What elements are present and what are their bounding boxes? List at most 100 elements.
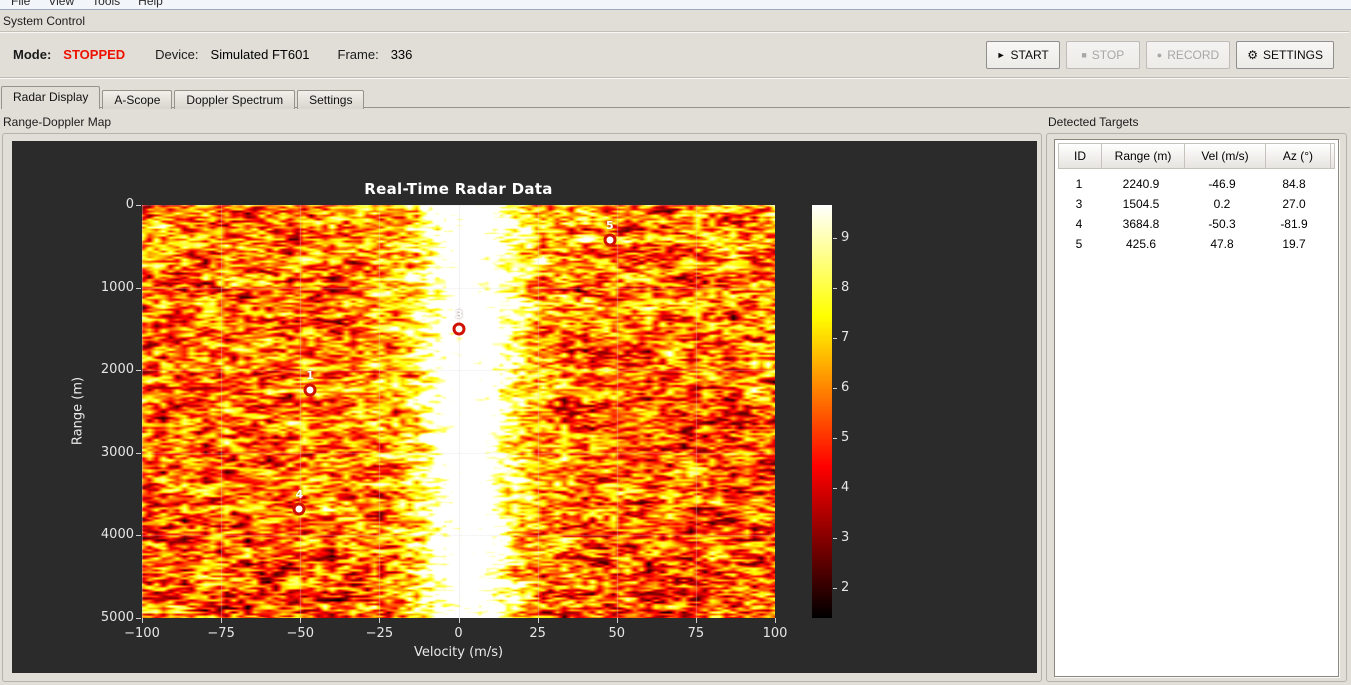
record-icon: ● <box>1156 49 1163 60</box>
colorbar-tick-label: 2 <box>841 579 850 595</box>
column-header-id[interactable]: ID <box>1059 144 1102 168</box>
y-tick-label: 0 <box>125 197 134 212</box>
target-marker-5 <box>603 233 617 247</box>
cell-id: 1 <box>1075 177 1083 191</box>
colorbar-tick-mark <box>833 337 837 339</box>
start-button[interactable]: ► START <box>985 41 1060 69</box>
x-tick-label: −50 <box>286 626 314 641</box>
record-button[interactable]: ● RECORD <box>1145 41 1231 69</box>
detected-targets-groupbox: ID Range (m) Vel (m/s) Az (°) 1 2240.9 -46.9 8… <box>1046 133 1347 682</box>
cell-vel-m-s: -46.9 <box>1208 177 1236 191</box>
colorbar-tick-mark <box>833 587 837 589</box>
target-marker-label: 4 <box>295 488 304 502</box>
range-doppler-groupbox: Real-Time Radar Data Velocity (m/s) Rang… <box>2 133 1042 682</box>
heatmap-canvas <box>142 205 775 618</box>
x-axis-label: Velocity (m/s) <box>413 645 504 660</box>
colorbar <box>812 205 832 618</box>
y-axis-label: Range (m) <box>70 376 86 446</box>
cell-az: 84.8 <box>1282 177 1306 191</box>
cell-filler <box>1326 234 1335 254</box>
frame-value: 336 <box>390 47 413 62</box>
colorbar-tick-mark <box>833 487 837 489</box>
stop-icon: ■ <box>1081 49 1087 60</box>
mode-value: STOPPED <box>63 47 126 62</box>
target-marker-label: 5 <box>605 219 614 233</box>
column-header-vel-m-s[interactable]: Vel (m/s) <box>1185 144 1266 168</box>
targets-table: ID Range (m) Vel (m/s) Az (°) 1 2240.9 -46.9 8… <box>1058 143 1335 254</box>
cell-id: 5 <box>1075 237 1083 251</box>
menu-help[interactable]: Help <box>129 0 172 9</box>
y-tick-mark <box>136 535 141 537</box>
colorbar-tick-label: 9 <box>841 229 850 245</box>
x-tick-label: 50 <box>608 626 626 641</box>
x-tick-label: −75 <box>207 626 235 641</box>
colorbar-tick-label: 4 <box>841 479 850 495</box>
colorbar-tick-label: 5 <box>841 429 850 445</box>
x-tick-mark <box>616 618 618 623</box>
y-tick-label: 2000 <box>100 362 134 378</box>
table-body: 1 2240.9 -46.9 84.8 3 1504.5 0.2 27.0 4 3684.8 -50… <box>1058 169 1335 254</box>
cell-az: 19.7 <box>1282 237 1306 251</box>
y-tick-label: 3000 <box>100 444 134 460</box>
x-tick-mark <box>458 618 460 623</box>
range-doppler-plot: Real-Time Radar Data Velocity (m/s) Rang… <box>12 141 1037 673</box>
table-row[interactable]: 3 1504.5 0.2 27.0 <box>1058 194 1335 214</box>
x-tick-label: 100 <box>762 626 788 641</box>
x-tick-label: 75 <box>687 626 705 641</box>
x-tick-label: −100 <box>124 626 160 641</box>
system-control-title: System Control <box>3 14 86 28</box>
cell-range-m: 2240.9 <box>1122 177 1160 191</box>
menu-tools[interactable]: Tools <box>83 0 129 9</box>
table-row[interactable]: 1 2240.9 -46.9 84.8 <box>1058 174 1335 194</box>
colorbar-tick-label: 6 <box>841 379 850 395</box>
x-tick-mark <box>142 618 143 623</box>
cell-range-m: 425.6 <box>1125 237 1157 251</box>
cell-id: 4 <box>1075 217 1083 231</box>
tab-radar-display[interactable]: Radar Display <box>1 86 101 109</box>
cell-vel-m-s: -50.3 <box>1208 217 1236 231</box>
range-doppler-map-title: Range-Doppler Map <box>3 115 112 129</box>
menu-bar-row: File View Tools Help <box>2 0 172 9</box>
x-tick-mark <box>537 618 539 623</box>
colorbar-tick-mark <box>833 387 837 389</box>
button-label: START <box>1010 48 1049 62</box>
column-header-az[interactable]: Az (°) <box>1266 144 1331 168</box>
mode-label: Mode: <box>13 47 52 62</box>
cell-vel-m-s: 0.2 <box>1213 197 1231 211</box>
table-row[interactable]: 5 425.6 47.8 19.7 <box>1058 234 1335 254</box>
target-marker-label: 1 <box>306 369 314 383</box>
menu-bar: File View Tools Help <box>0 0 1351 10</box>
x-tick-mark <box>775 618 776 623</box>
table-row[interactable]: 4 3684.8 -50.3 -81.9 <box>1058 214 1335 234</box>
target-marker-label: 3 <box>455 308 463 322</box>
y-tick-mark <box>136 452 141 454</box>
colorbar-tick-mark <box>833 537 837 539</box>
button-label: STOP <box>1091 48 1125 62</box>
plot-title: Real-Time Radar Data <box>364 180 553 198</box>
target-marker-4 <box>292 502 306 516</box>
x-tick-label: −25 <box>365 626 394 641</box>
y-tick-mark <box>136 287 141 289</box>
button-label: SETTINGS <box>1262 48 1323 62</box>
control-buttons: ► START ■ STOP ● RECORD ⚙ SETTINGS <box>985 41 1334 69</box>
x-tick-label: 0 <box>454 626 463 641</box>
stop-button[interactable]: ■ STOP <box>1065 41 1140 69</box>
tab-doppler-spectrum[interactable]: Doppler Spectrum <box>174 90 296 109</box>
tab-settings[interactable]: Settings <box>297 90 365 109</box>
x-tick-mark <box>300 618 302 623</box>
colorbar-tick-label: 8 <box>841 279 850 295</box>
cell-id: 3 <box>1075 197 1083 211</box>
menu-file[interactable]: File <box>2 0 39 9</box>
menu-view[interactable]: View <box>39 0 83 9</box>
colorbar-tick-label: 3 <box>841 529 850 545</box>
tab-a-scope[interactable]: A-Scope <box>102 90 173 109</box>
column-header-range-m[interactable]: Range (m) <box>1102 144 1185 168</box>
target-marker-1 <box>303 383 317 397</box>
cell-range-m: 3684.8 <box>1122 217 1160 231</box>
cell-az: -81.9 <box>1280 217 1308 231</box>
settings-button[interactable]: ⚙ SETTINGS <box>1236 41 1334 69</box>
colorbar-tick-mark <box>833 437 837 439</box>
cell-az: 27.0 <box>1282 197 1306 211</box>
x-tick-mark <box>379 618 381 623</box>
y-tick-label: 5000 <box>100 610 134 625</box>
